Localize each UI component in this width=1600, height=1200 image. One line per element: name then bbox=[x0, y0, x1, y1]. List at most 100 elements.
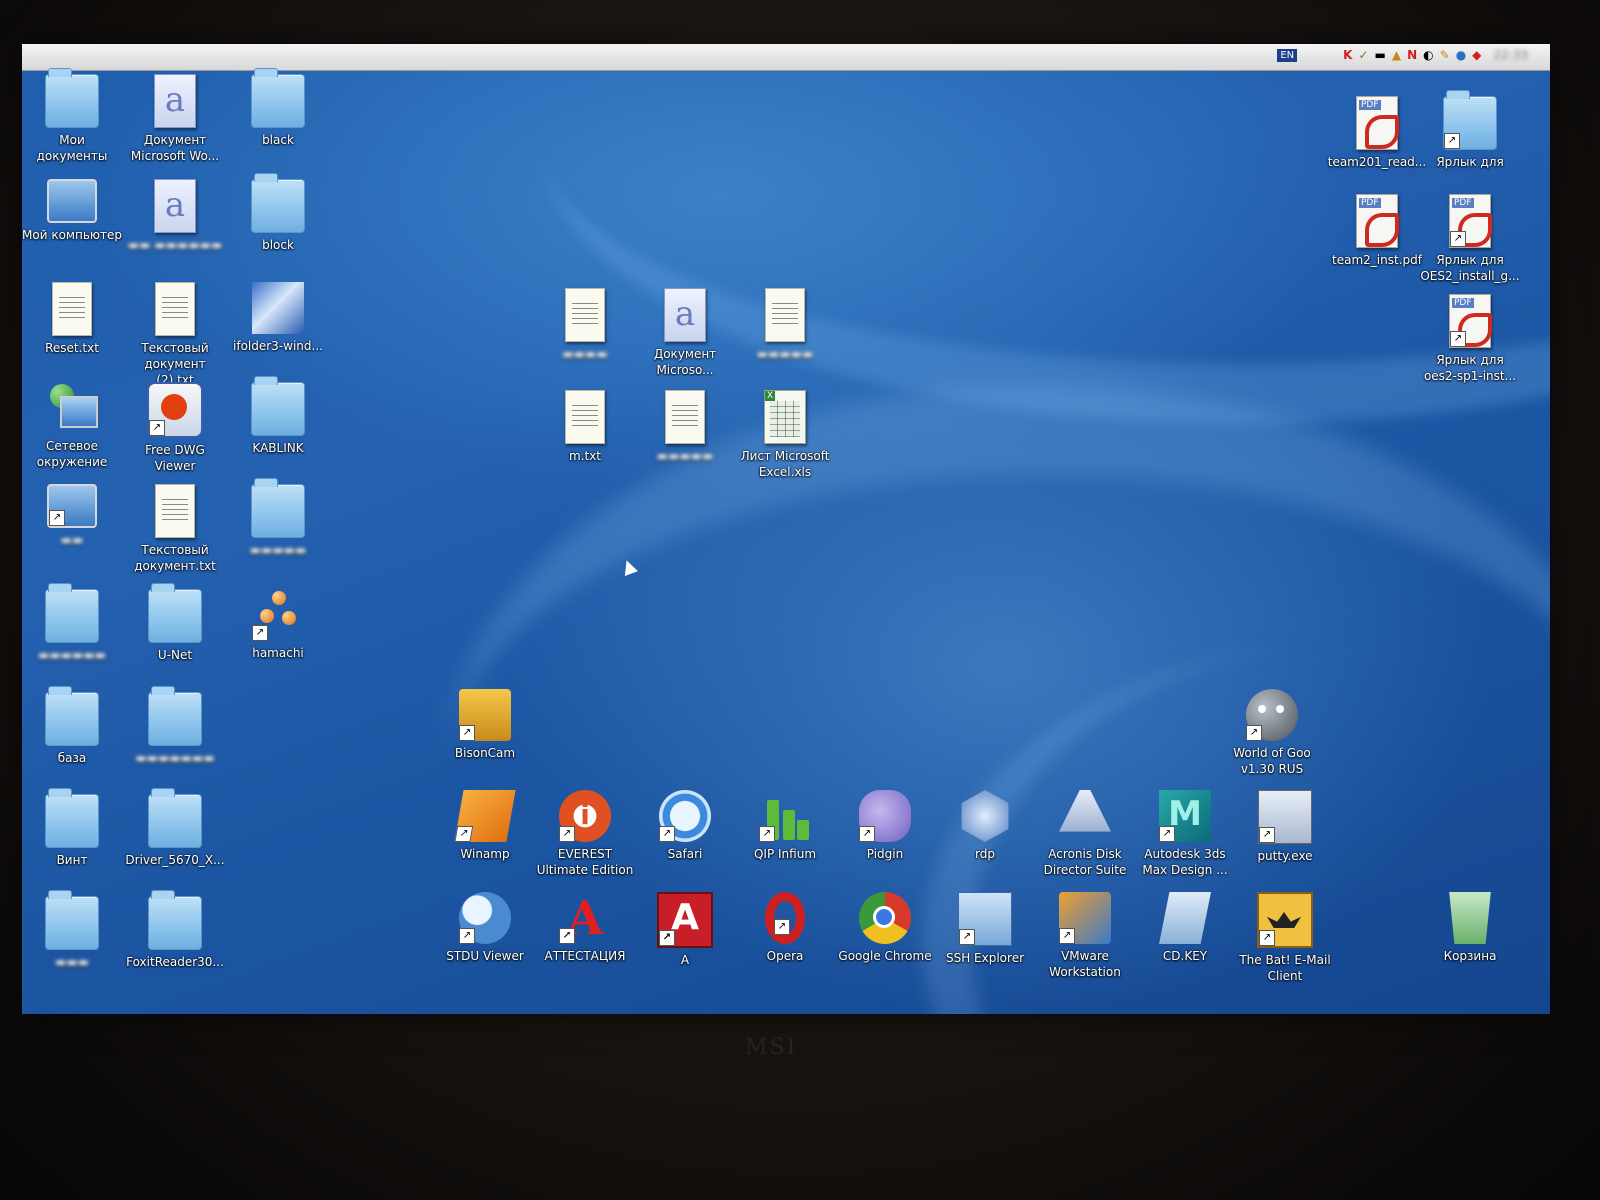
desktop-icon-text-file[interactable]: ▬▬▬▬▬ bbox=[735, 288, 835, 362]
pdf-shortcut-icon: PDF ↗ bbox=[1449, 194, 1492, 248]
desktop-icon-team201-pdf[interactable]: PDF team201_read... bbox=[1327, 96, 1427, 170]
icon-label: Корзина bbox=[1443, 949, 1497, 963]
cdkey-icon bbox=[1159, 892, 1211, 944]
icon-label: Текстовый документ.txt bbox=[134, 543, 216, 573]
icon-label: putty.exe bbox=[1257, 849, 1313, 863]
desktop-icon-block[interactable]: block bbox=[228, 173, 328, 253]
desktop-icon-vint[interactable]: Винт bbox=[22, 788, 122, 868]
desktop-icon-remote-desktop[interactable]: ↗ ▬▬ bbox=[22, 484, 122, 548]
desktop-icon-black[interactable]: black bbox=[228, 68, 328, 148]
desktop-icon-acronis[interactable]: Acronis Disk Director Suite bbox=[1035, 790, 1135, 878]
winamp-icon: ↗ bbox=[454, 790, 516, 842]
icon-label: Free DWG Viewer bbox=[145, 443, 205, 473]
language-indicator[interactable]: EN bbox=[1277, 48, 1298, 62]
network-tray-icon[interactable]: ✓ bbox=[1358, 48, 1368, 62]
icon-label: ▬▬▬▬▬▬▬ bbox=[135, 751, 215, 765]
icon-label: VMware Workstation bbox=[1049, 949, 1121, 979]
desktop-icon-vmware[interactable]: ↗ VMware Workstation bbox=[1035, 892, 1135, 980]
desktop-icon-opera[interactable]: ↗ Opera bbox=[735, 892, 835, 964]
icon-label: Ярлык для bbox=[1436, 155, 1504, 169]
pdf-icon: PDF bbox=[1356, 194, 1399, 248]
desktop-icon-pidgin[interactable]: ↗ Pidgin bbox=[835, 790, 935, 862]
clock[interactable]: 22:33 bbox=[1493, 48, 1528, 62]
desktop-icon-text-doc[interactable]: Текстовый документ.txt bbox=[125, 484, 225, 574]
text-file-icon bbox=[665, 390, 705, 444]
desktop-icon-folder[interactable]: ▬▬▬▬▬▬▬ bbox=[125, 686, 225, 766]
desktop-icon-world-of-goo[interactable]: ↗ World of Goo v1.30 RUS bbox=[1222, 689, 1322, 777]
desktop-icon-recycle-bin[interactable]: Корзина bbox=[1420, 892, 1520, 964]
desktop-icon-putty[interactable]: ↗ putty.exe bbox=[1235, 790, 1335, 864]
desktop-icon-baza[interactable]: база bbox=[22, 686, 122, 766]
icon-label: ▬▬ ▬▬▬▬▬▬ bbox=[127, 238, 223, 252]
desktop-icon-hamachi[interactable]: ↗ hamachi bbox=[228, 589, 328, 661]
desktop-icon-shortcut-folder[interactable]: ↗ Ярлык для bbox=[1420, 90, 1520, 170]
text-file-icon bbox=[565, 288, 605, 342]
folder-icon bbox=[148, 890, 202, 950]
desktop-icon-text-file[interactable]: ▬▬▬▬▬ bbox=[635, 390, 735, 464]
desktop-icon-folder[interactable]: ▬▬▬ bbox=[22, 890, 122, 970]
tray-app-icon[interactable]: ● bbox=[1456, 48, 1466, 62]
icon-label: ▬▬ bbox=[60, 533, 84, 547]
tray-app-icon[interactable]: ◐ bbox=[1423, 48, 1433, 62]
desktop-icon-everest[interactable]: ↗ EVEREST Ultimate Edition bbox=[535, 790, 635, 878]
desktop-icon-kablink[interactable]: KABLINK bbox=[228, 376, 328, 456]
tray-n-icon[interactable]: N bbox=[1407, 48, 1417, 62]
desktop-icon-folder[interactable]: ▬▬▬▬▬▬ bbox=[22, 583, 122, 663]
desktop-icon-my-computer[interactable]: Мой компьютер bbox=[22, 179, 122, 243]
desktop-icon-cdkey[interactable]: CD.KEY bbox=[1135, 892, 1235, 964]
icon-label: Ярлык для OES2_install_g... bbox=[1420, 253, 1520, 283]
kaspersky-icon[interactable]: K bbox=[1343, 48, 1352, 62]
desktop-icon-chrome[interactable]: Google Chrome bbox=[835, 892, 935, 964]
desktop-icon-my-documents[interactable]: Мои документы bbox=[22, 68, 122, 164]
desktop-icon-team2-pdf[interactable]: PDF team2_inst.pdf bbox=[1327, 194, 1427, 268]
desktop-icon-word-doc-center[interactable]: a Документ Microso... bbox=[635, 288, 735, 378]
brand-logo: MSI bbox=[745, 1035, 798, 1060]
desktop-icon-u-net[interactable]: U-Net bbox=[125, 583, 225, 663]
desktop-icon-oes2-sp1[interactable]: PDF ↗ Ярлык для oes2-sp1-inst... bbox=[1420, 294, 1520, 384]
icon-label: FoxitReader30... bbox=[126, 955, 224, 969]
icon-label: Текстовый документ (2).txt bbox=[141, 341, 209, 387]
desktop-icon-qip[interactable]: ↗ QIP Infium bbox=[735, 790, 835, 862]
battery-icon[interactable]: ▬ bbox=[1375, 48, 1386, 62]
autodesk-icon: ↗ bbox=[1159, 790, 1211, 842]
icon-label: BisonCam bbox=[454, 746, 516, 760]
desktop-icon-attestation[interactable]: A ↗ АТТЕСТАЦИЯ bbox=[535, 892, 635, 964]
my-documents-icon bbox=[45, 68, 99, 128]
desktop-icon-ssh-explorer[interactable]: ↗ SSH Explorer bbox=[935, 892, 1035, 966]
tray-app-icon[interactable]: ▲ bbox=[1392, 48, 1401, 62]
desktop-icon-excel[interactable]: X Лист Microsoft Excel.xls bbox=[735, 390, 835, 480]
desktop-icon-m-txt[interactable]: m.txt bbox=[535, 390, 635, 464]
tray-app-icon[interactable]: ✎ bbox=[1440, 48, 1450, 62]
desktop-icon-a-app[interactable]: A ↗ A bbox=[635, 892, 735, 968]
desktop-icon-ifolder3[interactable]: ifolder3-wind... bbox=[228, 282, 328, 354]
desktop-icon-foxitreader[interactable]: FoxitReader30... bbox=[125, 890, 225, 970]
desktop-icon-word-doc[interactable]: a Документ Microsoft Wo... bbox=[125, 74, 225, 164]
desktop-screen[interactable]: EN K ✓ ▬ ▲ N ◐ ✎ ● ◆ 22:33 Мои документы… bbox=[22, 44, 1550, 1014]
desktop-icon-oes2-install[interactable]: PDF ↗ Ярлык для OES2_install_g... bbox=[1420, 194, 1520, 284]
icon-label: Сетевое окружение bbox=[36, 439, 108, 469]
icon-label: CD.KEY bbox=[1162, 949, 1208, 963]
tray-app-icon[interactable]: ◆ bbox=[1472, 48, 1481, 62]
desktop-icon-text-file[interactable]: ▬▬▬▬ bbox=[535, 288, 635, 362]
rdp-icon bbox=[961, 790, 1009, 842]
desktop-icon-the-bat[interactable]: ↗ The Bat! E-Mail Client bbox=[1235, 892, 1335, 984]
desktop-icon-network[interactable]: Сетевое окружение bbox=[22, 382, 122, 470]
desktop-icon-folder[interactable]: ▬▬▬▬▬ bbox=[228, 478, 328, 558]
folder-icon bbox=[45, 890, 99, 950]
desktop-icon-word-doc-2[interactable]: a ▬▬ ▬▬▬▬▬▬ bbox=[125, 179, 225, 253]
desktop-icon-rdp[interactable]: rdp bbox=[935, 790, 1035, 862]
icon-label: Winamp bbox=[460, 847, 510, 861]
desktop-icon-free-dwg-viewer[interactable]: ↗ Free DWG Viewer bbox=[125, 382, 225, 474]
desktop-icon-autodesk[interactable]: ↗ Autodesk 3ds Max Design ... bbox=[1135, 790, 1235, 878]
desktop-icon-driver[interactable]: Driver_5670_X... bbox=[125, 788, 225, 868]
icon-label: Driver_5670_X... bbox=[125, 853, 225, 867]
desktop-icon-reset-txt[interactable]: Reset.txt bbox=[22, 282, 122, 356]
desktop-icon-stdu-viewer[interactable]: ↗ STDU Viewer bbox=[435, 892, 535, 964]
desktop-icon-winamp[interactable]: ↗ Winamp bbox=[435, 790, 535, 862]
desktop-icon-text-doc-2[interactable]: Текстовый документ (2).txt bbox=[125, 282, 225, 388]
dwg-viewer-icon: ↗ bbox=[147, 382, 203, 438]
desktop-icon-bisoncam[interactable]: ↗ BisonCam bbox=[435, 689, 535, 761]
desktop-icon-safari[interactable]: ↗ Safari bbox=[635, 790, 735, 862]
everest-icon: ↗ bbox=[559, 790, 611, 842]
ifolder-icon bbox=[252, 282, 304, 334]
